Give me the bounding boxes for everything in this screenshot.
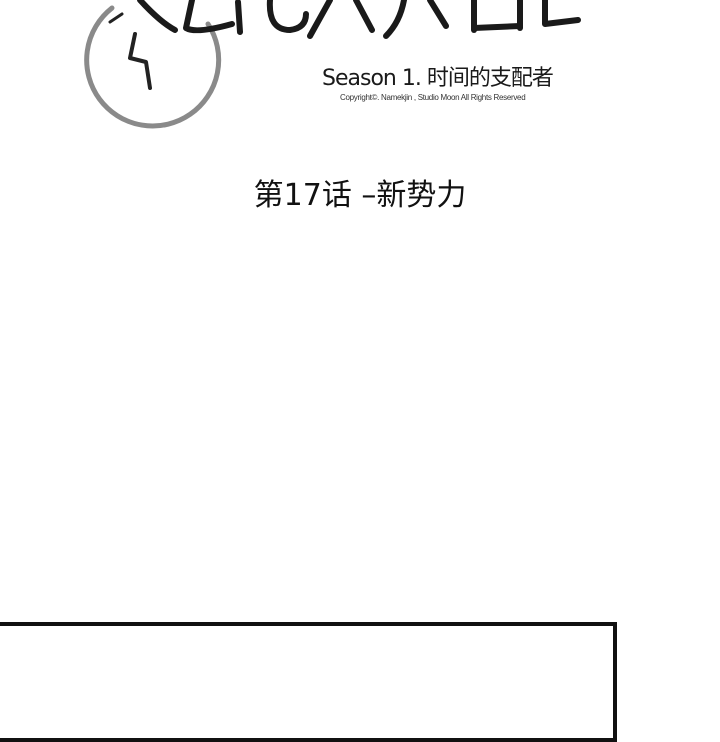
copyright-notice: Copyright©. Namekjin , Studio Moon All R… [340,93,526,102]
season-subtitle: Season 1. 时间的支配者 [322,66,554,91]
comic-panel-frame [0,622,617,742]
chapter-title: 第17话 –新势力 [253,178,467,213]
title-calligraphy-logo [137,0,581,39]
clock-icon [84,5,222,129]
